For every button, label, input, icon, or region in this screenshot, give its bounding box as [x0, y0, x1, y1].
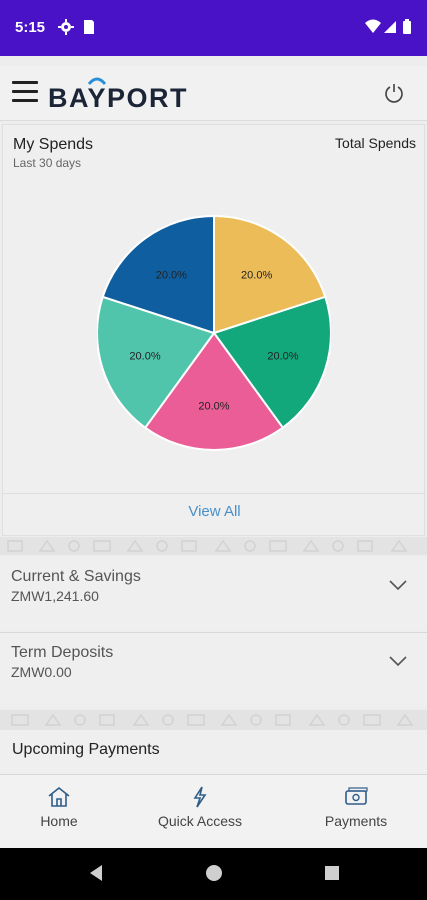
spends-pie-chart: 20.0% 20.0% 20.0% 20.0% 20.0% — [97, 215, 331, 451]
nav-label: Payments — [324, 813, 388, 829]
payment-icon — [345, 787, 368, 805]
status-left-icons — [58, 19, 94, 35]
view-all-link[interactable]: View All — [3, 503, 426, 520]
sim-icon — [84, 20, 94, 34]
pie-slice-label: 20.0% — [156, 269, 187, 281]
system-navigation-bar — [0, 848, 427, 900]
nav-label: Home — [40, 813, 78, 829]
my-spends-card: My Spends Last 30 days Total Spends 20.0… — [2, 124, 426, 536]
chevron-down-icon[interactable] — [389, 655, 407, 667]
account-name: Current & Savings — [11, 568, 141, 585]
back-icon[interactable] — [86, 862, 106, 884]
app-header: BAYPORT — [0, 66, 427, 121]
gear-icon — [58, 19, 74, 35]
brand-logo: BAYPORT — [48, 83, 189, 113]
pie-slice-label: 20.0% — [267, 350, 298, 362]
home-icon — [48, 786, 70, 807]
account-card-current-savings[interactable]: Current & Savings ZMW1,241.60 — [0, 557, 427, 631]
power-icon[interactable] — [383, 82, 405, 104]
account-balance: ZMW0.00 — [11, 664, 72, 680]
divider — [3, 493, 426, 494]
recents-icon[interactable] — [322, 862, 342, 884]
pie-slice-label: 20.0% — [198, 401, 229, 413]
chevron-down-icon[interactable] — [389, 579, 407, 591]
spends-title: My Spends — [13, 136, 94, 153]
signal-icon — [384, 21, 396, 33]
upcoming-payments-title: Upcoming Payments — [12, 741, 160, 758]
decorative-pattern-strip — [0, 537, 427, 555]
nav-home[interactable]: Home — [18, 775, 100, 849]
hamburger-icon[interactable] — [12, 81, 38, 103]
nav-quick-access[interactable]: Quick Access — [146, 775, 254, 849]
bottom-navigation: Home Quick Access Payments — [0, 774, 427, 849]
pie-slice-label: 20.0% — [129, 350, 160, 362]
spends-period: Last 30 days — [13, 156, 82, 170]
status-bar: 5:15 — [0, 0, 427, 56]
pie-slice-label: 20.0% — [241, 269, 272, 281]
home-circle-icon[interactable] — [203, 862, 225, 884]
upcoming-payments-section: Upcoming Payments — [0, 730, 427, 774]
account-name: Term Deposits — [11, 644, 114, 661]
lightning-icon — [193, 786, 207, 808]
decorative-pattern-strip — [0, 710, 427, 730]
status-time: 5:15 — [15, 19, 46, 36]
nav-label: Quick Access — [157, 813, 243, 829]
account-balance: ZMW1,241.60 — [11, 588, 99, 604]
nav-payments[interactable]: Payments — [312, 775, 400, 849]
total-spends-label[interactable]: Total Spends — [335, 135, 416, 151]
status-right-icons — [365, 19, 411, 34]
account-card-term-deposits[interactable]: Term Deposits ZMW0.00 — [0, 633, 427, 707]
wifi-icon — [365, 19, 381, 33]
battery-icon — [403, 21, 411, 34]
